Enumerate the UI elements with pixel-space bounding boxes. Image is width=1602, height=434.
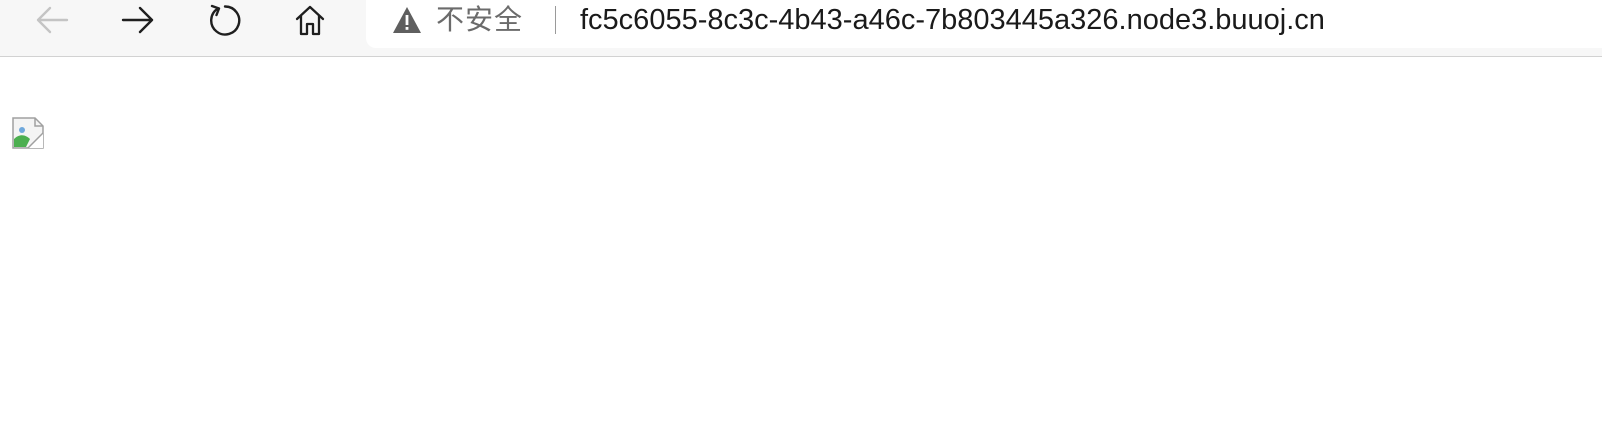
address-bar[interactable]: 不安全 fc5c6055-8c3c-4b43-a46c-7b803445a326… [366, 0, 1602, 48]
home-icon [295, 5, 325, 36]
back-button[interactable] [30, 0, 74, 40]
page-content [0, 57, 1602, 434]
refresh-icon [210, 4, 241, 36]
url-text[interactable]: fc5c6055-8c3c-4b43-a46c-7b803445a326.nod… [580, 0, 1325, 40]
arrow-left-icon [36, 6, 69, 34]
arrow-right-icon [121, 6, 154, 34]
security-indicator[interactable]: 不安全 [392, 0, 523, 40]
reload-button[interactable] [202, 0, 246, 40]
address-divider [555, 6, 556, 34]
broken-image [12, 117, 44, 149]
broken-image-icon [12, 117, 44, 149]
home-button[interactable] [288, 0, 332, 40]
security-label: 不安全 [436, 3, 524, 36]
warning-triangle-icon [393, 7, 421, 33]
forward-button[interactable] [116, 0, 160, 40]
browser-toolbar: 不安全 fc5c6055-8c3c-4b43-a46c-7b803445a326… [0, 0, 1602, 57]
